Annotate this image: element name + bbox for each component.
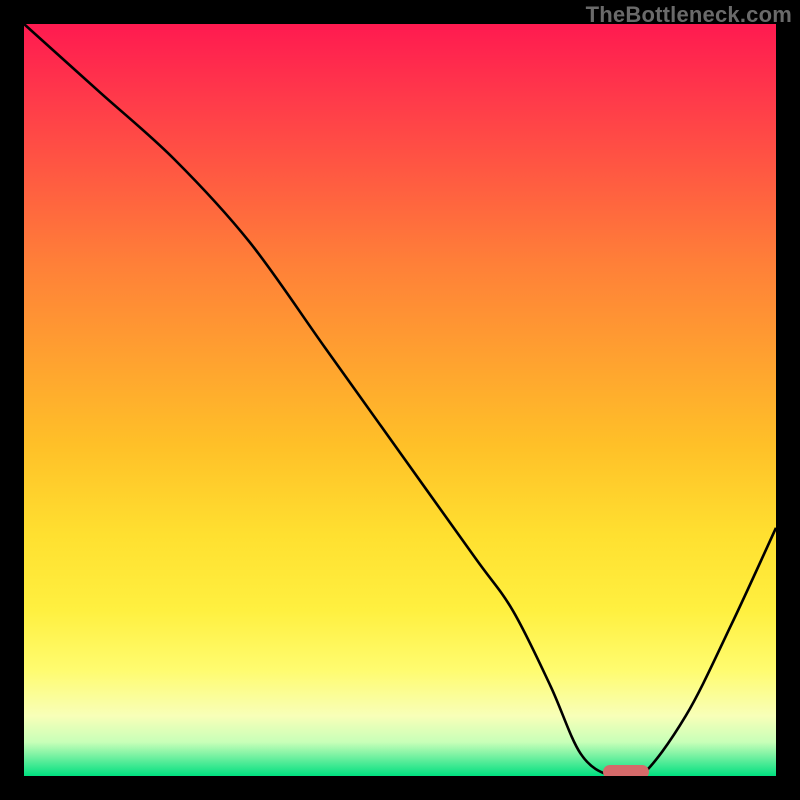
optimal-marker <box>603 765 649 776</box>
chart-frame: TheBottleneck.com <box>0 0 800 800</box>
bottleneck-curve <box>24 24 776 776</box>
plot-area <box>24 24 776 776</box>
